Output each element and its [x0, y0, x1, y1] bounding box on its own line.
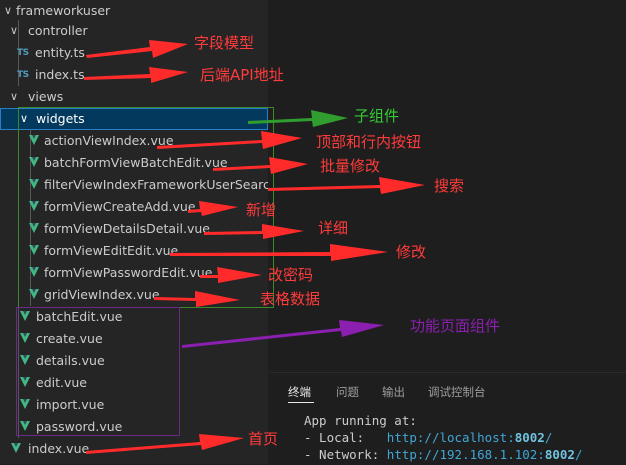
arrow-filter [268, 177, 425, 194]
arrow-password [200, 267, 262, 283]
annotation-index-ts: 后端API地址 [200, 66, 284, 84]
annotation-filter: 搜索 [434, 177, 465, 195]
annotation-details: 详细 [318, 219, 349, 237]
arrow-index-vue [86, 434, 244, 454]
annotation-batch: 批量修改 [320, 157, 381, 175]
arrow-batch [213, 157, 308, 174]
arrow-entity [86, 40, 188, 58]
annotation-index-vue: 首页 [248, 430, 279, 448]
arrow-widgets [248, 110, 348, 127]
annotation-arrows [84, 40, 425, 454]
arrow-edit [170, 244, 388, 261]
arrow-grid [154, 291, 240, 307]
annotation-widgets: 子组件 [354, 107, 400, 125]
annotation-grid: 表格数据 [260, 290, 321, 308]
annotation-action: 顶部和行内按钮 [316, 133, 422, 151]
annotation-pages: 功能页面组件 [410, 317, 501, 335]
arrow-details [204, 224, 304, 239]
arrow-index-ts [84, 67, 188, 83]
arrow-pages [182, 320, 384, 348]
arrow-create [188, 201, 238, 216]
arrow-action [157, 131, 302, 149]
annotation-edit: 修改 [396, 243, 427, 261]
annotation-entity: 字段模型 [194, 34, 255, 52]
annotation-password: 改密码 [268, 266, 314, 284]
annotation-create: 新增 [246, 201, 277, 219]
